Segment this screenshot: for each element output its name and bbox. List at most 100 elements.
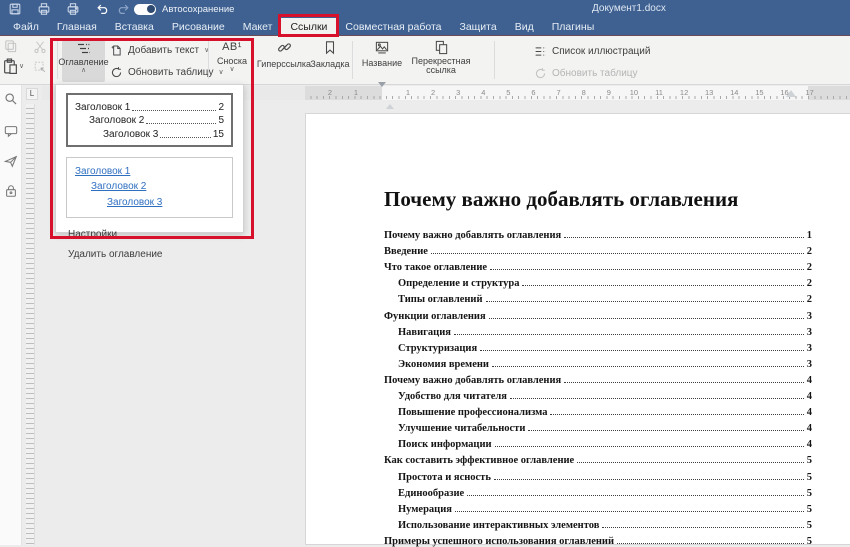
toc-entry-text: Типы оглавлений <box>398 294 483 305</box>
ruler-number: 9 <box>607 88 611 97</box>
toc-entry[interactable]: Примеры успешного использования оглавлен… <box>384 531 812 547</box>
ribbon-tab[interactable]: Рисование <box>163 18 234 35</box>
toc-dotted-leader <box>550 414 803 415</box>
toc-settings-item[interactable]: Настройки <box>56 224 243 244</box>
toc-dotted-leader <box>617 543 804 544</box>
toc-entry-page: 3 <box>807 359 812 370</box>
window-title: Документ1.docx <box>592 3 666 14</box>
toc-entry-text: Почему важно добавлять оглавления <box>384 375 561 386</box>
toc-entry-page: 5 <box>807 520 812 531</box>
toc-entry[interactable]: Функции оглавления 3 <box>384 305 812 321</box>
titlebar: Автосохранение Документ1.docx <box>0 0 850 18</box>
autosave-toggle[interactable] <box>134 4 156 15</box>
redo-icon[interactable] <box>116 2 130 16</box>
ribbon-tab[interactable]: Ссылки <box>281 18 336 35</box>
toc-dotted-leader <box>510 398 804 399</box>
ribbon-tab[interactable]: Совместная работа <box>336 18 450 35</box>
toc-style-links[interactable]: Заголовок 1 Заголовок 2 Заголовок 3 <box>66 157 233 219</box>
toc-entry[interactable]: Почему важно добавлять оглавления 4 <box>384 370 812 386</box>
ruler-number: 2 <box>431 88 435 97</box>
update-table-button[interactable]: Обновить таблицу ∨ <box>110 64 224 80</box>
toc-dotted-leader <box>490 269 804 270</box>
footnote-button[interactable]: AB¹ Сноска ∨ <box>213 38 251 82</box>
toc-entry[interactable]: Единообразие 5 <box>384 483 812 499</box>
toc-entry[interactable]: Типы оглавлений 2 <box>384 289 812 305</box>
toc-dotted-leader <box>528 430 803 431</box>
toc-entry[interactable]: Экономия времени 3 <box>384 354 812 370</box>
ribbon-tab[interactable]: Плагины <box>543 18 604 35</box>
select-icon[interactable] <box>33 60 47 74</box>
add-text-button[interactable]: Добавить текст ∨ <box>110 42 209 58</box>
toc-dotted-leader <box>577 462 804 463</box>
ruler-number: 14 <box>730 88 738 97</box>
tab-label: Файл <box>13 21 39 33</box>
ribbon-tab[interactable]: Вид <box>506 18 543 35</box>
ribbon-tab[interactable]: Вставка <box>106 18 163 35</box>
toc-entry-page: 5 <box>807 504 812 515</box>
toc-entry[interactable]: Улучшение читабельности 4 <box>384 418 812 434</box>
toc-dotted-leader <box>480 350 804 351</box>
undo-icon[interactable] <box>96 2 110 16</box>
ribbon-tab[interactable]: Файл <box>4 18 48 35</box>
hyperlink-button[interactable]: Гиперссылка <box>256 40 312 69</box>
toc-remove-item[interactable]: Удалить оглавление <box>56 244 243 264</box>
share-icon[interactable] <box>4 154 18 168</box>
save-icon[interactable] <box>8 2 22 16</box>
toc-entry-text: Единообразие <box>398 488 464 499</box>
cross-reference-button[interactable]: Перекрестная ссылка <box>408 40 474 75</box>
toc-style-row-leader <box>160 137 211 138</box>
toc-entry[interactable]: Удобство для читателя 4 <box>384 386 812 402</box>
copy-icon[interactable] <box>3 39 18 54</box>
toc-style-classic[interactable]: Заголовок 1 2 Заголовок 2 5 Заголовок 3 … <box>66 93 233 147</box>
autosave-label: Автосохранение <box>162 4 234 15</box>
figures-list-button[interactable]: Список иллюстраций <box>534 43 650 59</box>
vertical-ruler[interactable] <box>26 104 35 545</box>
toc-entry[interactable]: Нумерация 5 <box>384 499 812 515</box>
cut-icon[interactable] <box>33 40 47 54</box>
toc-dotted-leader <box>522 285 803 286</box>
tab-label: Главная <box>57 21 97 33</box>
search-icon[interactable] <box>4 92 18 106</box>
toc-entry-text: Экономия времени <box>398 359 489 370</box>
document-page[interactable]: Почему важно добавлять оглавления Почему… <box>305 113 850 545</box>
toc-style-row-label: Заголовок 1 <box>75 102 130 113</box>
toc-entry[interactable]: Что такое оглавление 2 <box>384 257 812 273</box>
ruler-number: 15 <box>755 88 763 97</box>
toc-entry[interactable]: Как составить эффективное оглавление 5 <box>384 450 812 466</box>
toc-entry-text: Повышение профессионализма <box>398 407 547 418</box>
toc-entry-text: Функции оглавления <box>384 311 486 322</box>
tab-stop-selector[interactable]: L <box>26 88 38 100</box>
quick-print-icon[interactable] <box>66 2 80 16</box>
bookmark-label: Закладка <box>310 59 349 69</box>
bookmark-button[interactable]: Закладка <box>308 40 352 69</box>
toc-entry-page: 2 <box>807 262 812 273</box>
print-icon[interactable] <box>37 2 51 16</box>
toc-entry[interactable]: Определение и структура 2 <box>384 273 812 289</box>
comments-icon[interactable] <box>4 124 18 138</box>
toc-entry-page: 5 <box>807 472 812 483</box>
caption-button[interactable]: Название <box>356 40 408 68</box>
paste-button[interactable]: ∨ <box>2 58 24 75</box>
ruler-number: 5 <box>506 88 510 97</box>
toc-entry[interactable]: Повышение профессионализма 4 <box>384 402 812 418</box>
toc-style-row-page: 2 <box>218 102 224 113</box>
group-divider <box>208 41 209 79</box>
group-divider <box>252 41 253 79</box>
toc-entry[interactable]: Структуризация 3 <box>384 338 812 354</box>
ribbon-tab[interactable]: Защита <box>450 18 505 35</box>
toc-button-label: Оглавление <box>58 57 108 67</box>
toc-entry[interactable]: Навигация 3 <box>384 322 812 338</box>
toc-button[interactable]: Оглавление ∧ <box>62 38 105 82</box>
toc-entry[interactable]: Простота и ясность 5 <box>384 466 812 482</box>
ribbon-tab[interactable]: Главная <box>48 18 106 35</box>
ruler-number: 6 <box>531 88 535 97</box>
lock-icon[interactable] <box>4 184 18 198</box>
ruler-number: 7 <box>557 88 561 97</box>
toc-entry[interactable]: Использование интерактивных элементов 5 <box>384 515 812 531</box>
toc-entry[interactable]: Поиск информации 4 <box>384 434 812 450</box>
toc-entry-page: 4 <box>807 439 812 450</box>
toc-style-row: Заголовок 1 2 <box>75 99 224 113</box>
toc-entry[interactable]: Почему важно добавлять оглавления 1 <box>384 225 812 241</box>
toc-entry[interactable]: Введение 2 <box>384 241 812 257</box>
ribbon-tab[interactable]: Макет <box>234 18 282 35</box>
